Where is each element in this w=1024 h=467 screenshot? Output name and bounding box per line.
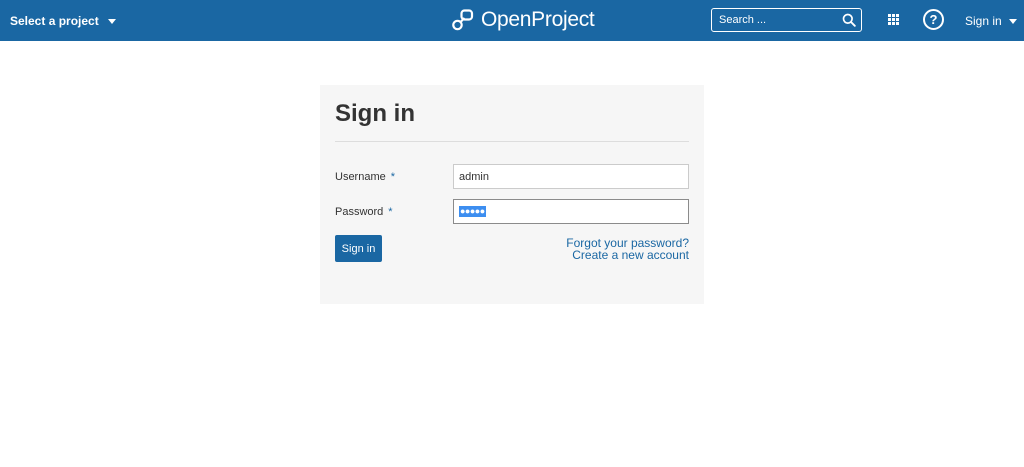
global-search (711, 8, 862, 32)
sign-in-button[interactable]: Sign in (335, 235, 382, 262)
search-input[interactable] (712, 9, 836, 31)
project-select-menu[interactable]: Select a project (10, 0, 116, 41)
username-field[interactable]: admin (453, 164, 689, 189)
chevron-down-icon (107, 19, 116, 24)
chevron-down-icon (1008, 19, 1017, 24)
openproject-logo[interactable]: OpenProject (451, 6, 595, 34)
project-select-label: Select a project (10, 13, 99, 28)
signin-menu-label: Sign in (965, 13, 1002, 28)
help-icon[interactable]: ? (923, 9, 944, 30)
openproject-logo-icon (452, 9, 474, 31)
page-title: Sign in (335, 100, 415, 127)
username-label: Username * (335, 171, 395, 183)
title-divider (335, 141, 689, 142)
password-mask: ●●●●● (459, 206, 486, 217)
search-icon[interactable] (842, 13, 856, 27)
create-account-link[interactable]: Create a new account (572, 248, 689, 262)
signin-menu[interactable]: Sign in (965, 0, 1017, 41)
required-marker: * (390, 171, 396, 183)
required-marker: * (388, 206, 393, 218)
username-label-text: Username (335, 171, 386, 183)
top-menu-bar: Select a project OpenProject ? Sign in (0, 0, 1024, 41)
password-label-text: Password (335, 206, 384, 218)
username-value: admin (459, 170, 489, 183)
modules-grid-icon[interactable] (888, 14, 899, 25)
login-panel: Sign in Username * admin Password * ●●●●● … (320, 85, 704, 304)
password-field[interactable]: ●●●●● (453, 199, 689, 224)
logo-text: OpenProject (481, 8, 595, 31)
password-label: Password * (335, 206, 393, 218)
